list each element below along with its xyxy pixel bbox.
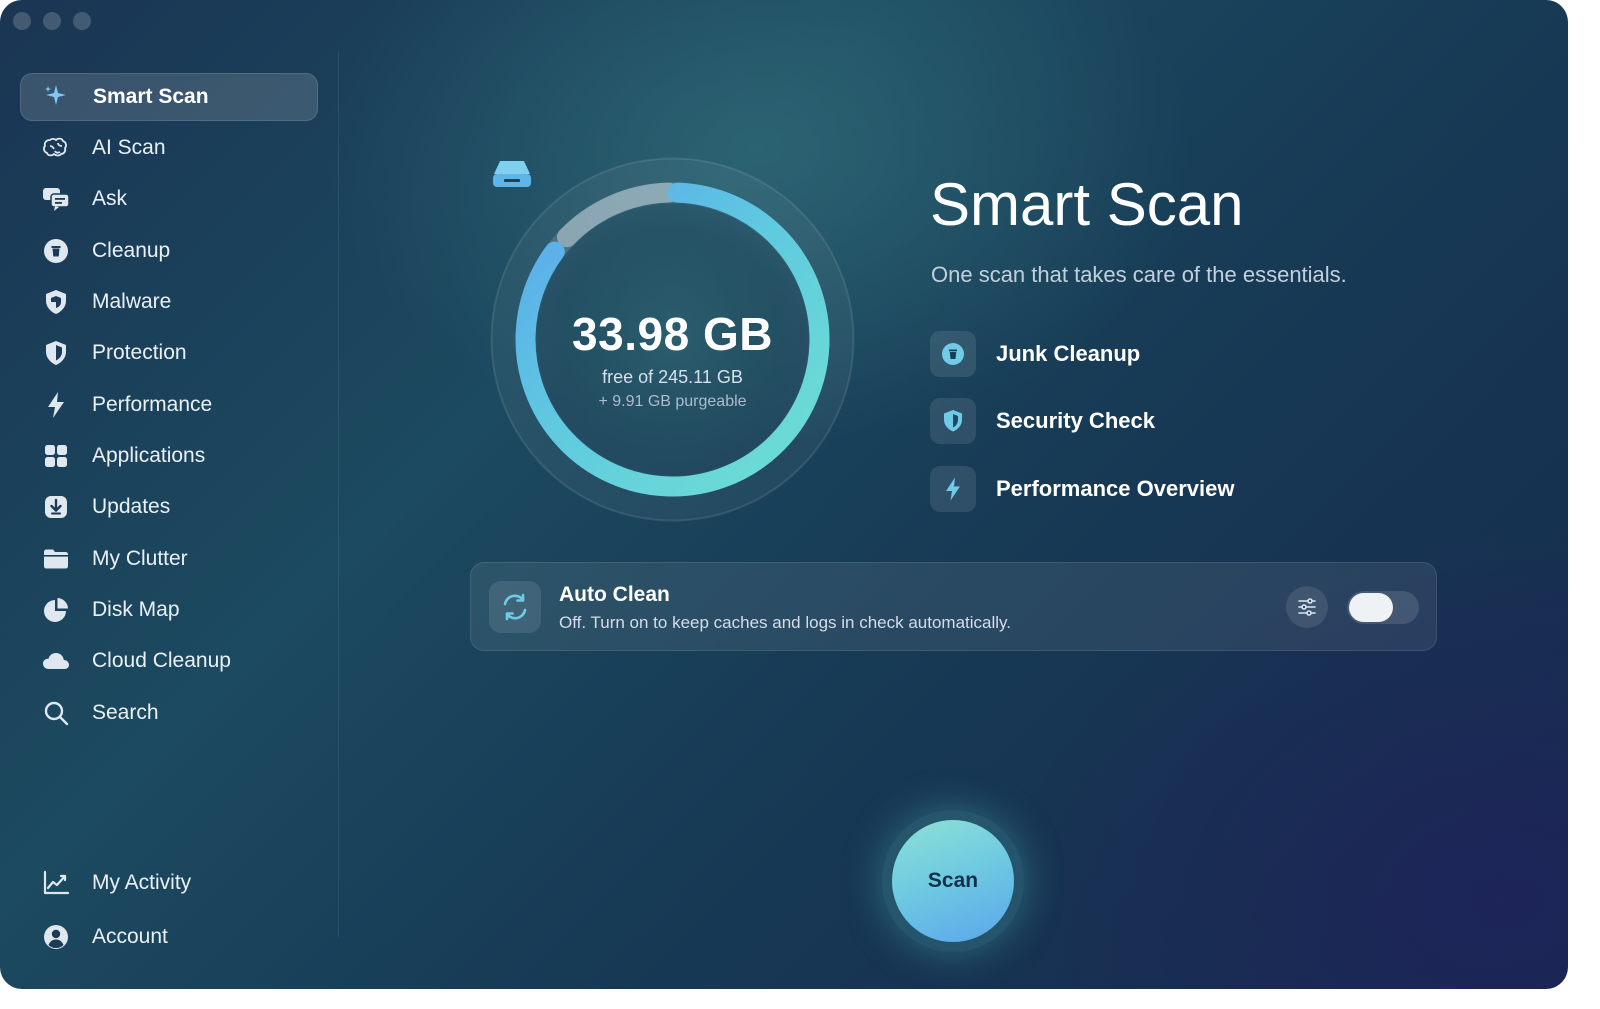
lightning-icon <box>930 466 976 512</box>
shield-half-icon <box>38 284 74 320</box>
page-subtitle: One scan that takes care of the essentia… <box>931 262 1347 287</box>
sidebar-item-label: AI Scan <box>92 136 166 159</box>
sidebar-item-search[interactable]: Search <box>20 689 318 737</box>
sidebar-item-ai-scan[interactable]: AI Scan <box>20 124 318 172</box>
sidebar-item-label: Disk Map <box>92 598 180 621</box>
chart-line-icon <box>38 865 74 901</box>
sidebar-item-my-clutter[interactable]: My Clutter <box>20 535 318 583</box>
magnifier-icon <box>38 695 74 731</box>
sidebar-item-cloud-cleanup[interactable]: Cloud Cleanup <box>20 637 318 685</box>
sidebar-item-account[interactable]: Account <box>20 913 318 961</box>
sidebar-item-malware[interactable]: Malware <box>20 278 318 326</box>
sidebar-item-applications[interactable]: Applications <box>20 432 318 480</box>
sliders-icon <box>1298 598 1316 616</box>
download-icon <box>38 489 74 525</box>
shield-icon <box>930 398 976 444</box>
auto-clean-card: Auto Clean Off. Turn on to keep caches a… <box>470 562 1437 651</box>
toggle-knob <box>1349 593 1393 622</box>
person-icon <box>38 919 74 955</box>
sidebar-item-label: Ask <box>92 187 128 210</box>
auto-clean-settings-button[interactable] <box>1286 586 1328 628</box>
chat-bubbles-icon <box>38 181 74 217</box>
sidebar-item-label: Protection <box>92 341 187 364</box>
sidebar-item-label: Cleanup <box>92 239 171 262</box>
sidebar-item-label: My Activity <box>92 871 192 894</box>
feature-label: Performance Overview <box>996 476 1235 501</box>
feature-performance-overview: Performance Overview <box>930 466 1234 512</box>
sidebar-item-label: Account <box>92 925 168 948</box>
sidebar-item-label: My Clutter <box>92 547 188 570</box>
free-space-value: 33.98 GB <box>572 308 773 360</box>
brain-icon <box>38 130 74 166</box>
sidebar-item-label: Smart Scan <box>93 85 209 108</box>
sidebar-item-protection[interactable]: Protection <box>20 329 318 377</box>
storage-ring: 33.98 GB free of 245.11 GB + 9.91 GB pur… <box>490 157 855 522</box>
sidebar-item-label: Updates <box>92 495 171 518</box>
sidebar-item-label: Cloud Cleanup <box>92 649 231 672</box>
auto-clean-description: Off. Turn on to keep caches and logs in … <box>559 613 1012 632</box>
sidebar-item-label: Search <box>92 701 159 724</box>
page-title: Smart Scan <box>930 171 1244 238</box>
sidebar-item-disk-map[interactable]: Disk Map <box>20 586 318 634</box>
sidebar-item-my-activity[interactable]: My Activity <box>20 859 318 907</box>
sparkles-icon <box>39 79 75 115</box>
shield-icon <box>38 335 74 371</box>
sidebar-item-cleanup[interactable]: Cleanup <box>20 227 318 275</box>
trash-icon <box>38 233 74 269</box>
sidebar-item-ask[interactable]: Ask <box>20 175 318 223</box>
trash-icon <box>930 331 976 377</box>
sidebar-divider <box>338 52 339 937</box>
sidebar: Smart Scan AI Scan Ask Cleanup Malware P… <box>0 0 340 989</box>
sidebar-item-performance[interactable]: Performance <box>20 381 318 429</box>
sidebar-item-updates[interactable]: Updates <box>20 483 318 531</box>
scan-button[interactable]: Scan <box>892 820 1014 942</box>
feature-junk-cleanup: Junk Cleanup <box>930 331 1140 377</box>
lightning-icon <box>38 387 74 423</box>
auto-clean-toggle[interactable] <box>1347 591 1419 624</box>
cloud-icon <box>38 643 74 679</box>
total-capacity-caption: free of 245.11 GB <box>602 367 743 387</box>
app-window: Smart Scan AI Scan Ask Cleanup Malware P… <box>0 0 1568 989</box>
sidebar-item-label: Applications <box>92 444 206 467</box>
hard-drive-icon <box>493 161 531 187</box>
sidebar-item-label: Malware <box>92 290 172 313</box>
feature-label: Security Check <box>996 408 1155 433</box>
purgeable-caption: + 9.91 GB purgeable <box>598 393 747 410</box>
sidebar-item-label: Performance <box>92 393 213 416</box>
pie-icon <box>38 592 74 628</box>
sync-icon <box>489 581 541 633</box>
folder-icon <box>38 541 74 577</box>
auto-clean-title: Auto Clean <box>559 583 670 606</box>
feature-security-check: Security Check <box>930 398 1155 444</box>
sidebar-item-smart-scan[interactable]: Smart Scan <box>20 73 318 121</box>
feature-label: Junk Cleanup <box>996 341 1141 366</box>
grid-icon <box>38 438 74 474</box>
